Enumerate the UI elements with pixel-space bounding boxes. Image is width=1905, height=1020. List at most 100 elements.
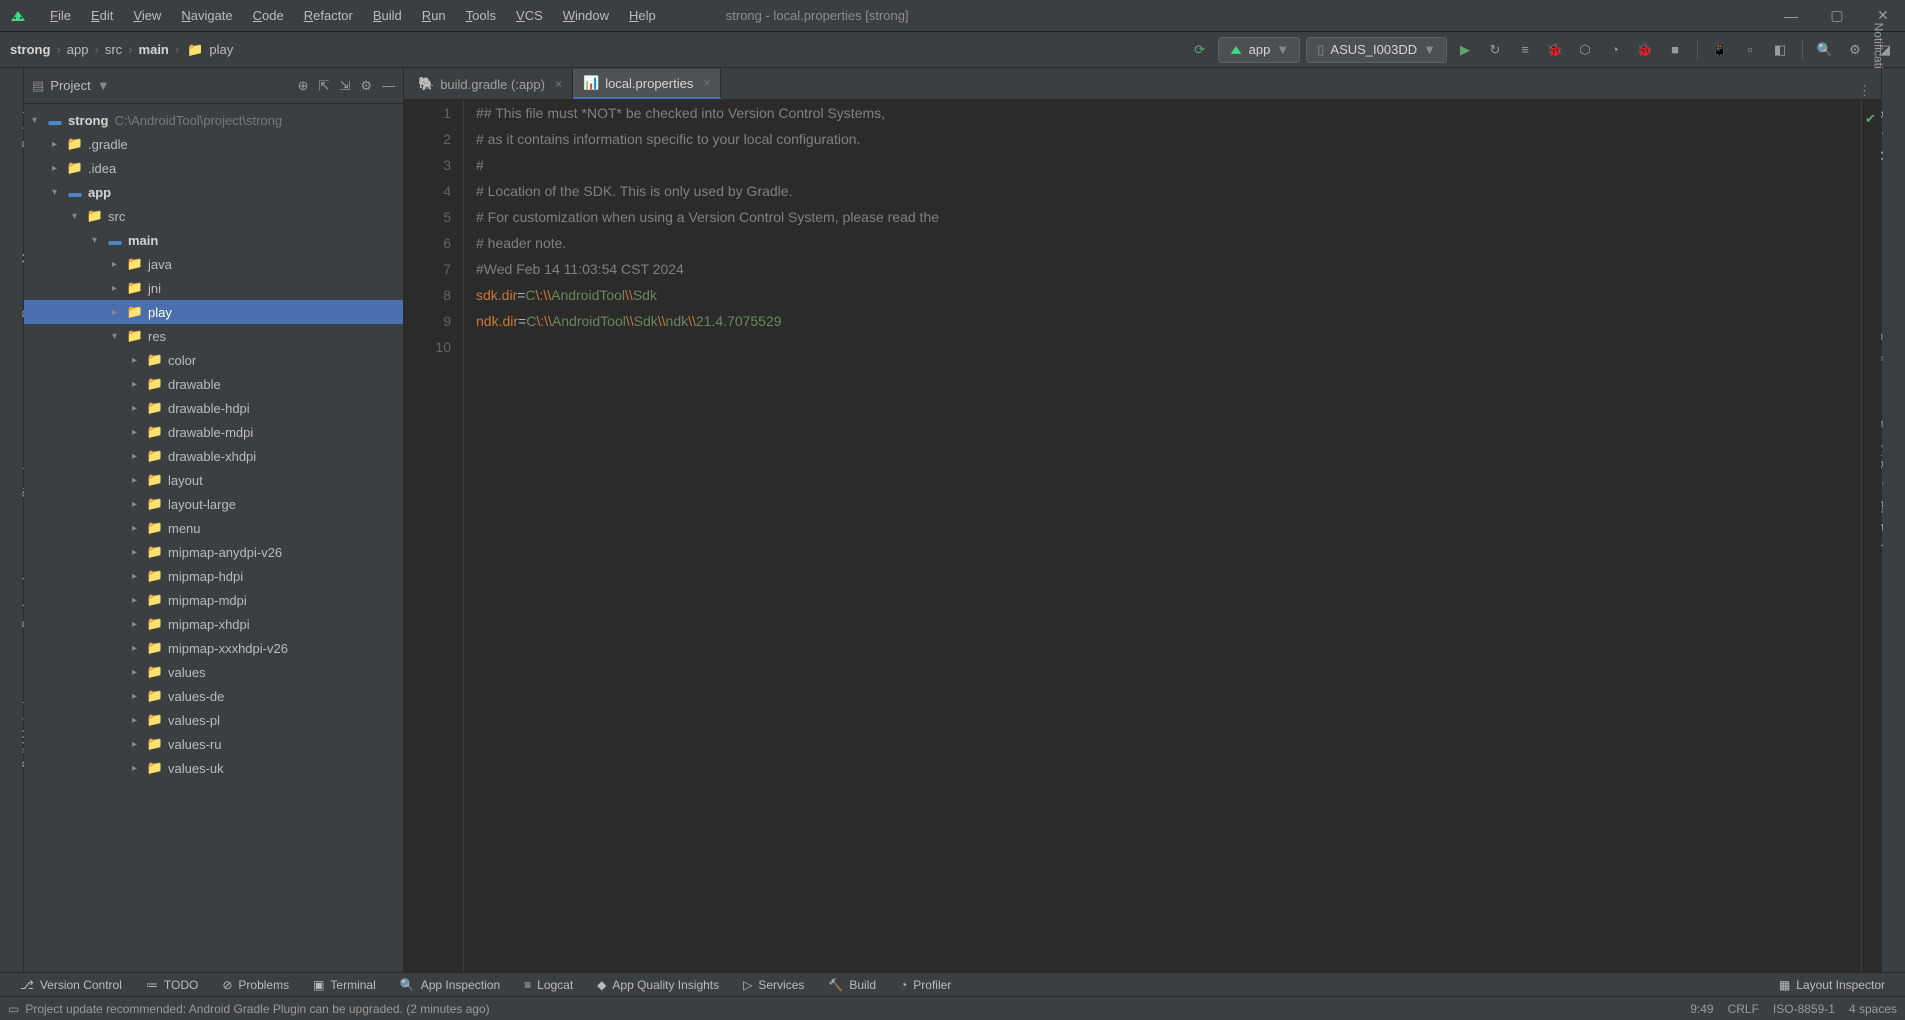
cursor-position[interactable]: 9:49 (1690, 1002, 1713, 1016)
menu-build[interactable]: Build (363, 0, 412, 32)
inspection-ok-icon[interactable]: ✔ (1865, 106, 1876, 132)
collapse-all-icon[interactable]: ⇲ (339, 78, 350, 94)
device-selector-combo[interactable]: ▯ ASUS_I003DD ▼ (1306, 37, 1447, 63)
bottom-tab-logcat[interactable]: ≡Logcat (512, 978, 585, 992)
code-line[interactable]: # as it contains information specific to… (476, 126, 1861, 152)
tree-arrow-icon[interactable]: ▸ (132, 475, 146, 486)
project-tree[interactable]: ▾▬strongC:\AndroidTool\project\strong▸📁.… (24, 104, 403, 972)
code-line[interactable]: ## This file must *NOT* be checked into … (476, 100, 1861, 126)
profile-button[interactable]: ◔ (1603, 38, 1627, 62)
tree-arrow-icon[interactable]: ▸ (132, 667, 146, 678)
tree-arrow-icon[interactable]: ▸ (132, 691, 146, 702)
bottom-tab-problems[interactable]: ⊘Problems (210, 978, 301, 992)
stop-button[interactable]: ≡ (1513, 38, 1537, 62)
tree-item-color[interactable]: ▸📁color (24, 348, 403, 372)
tree-item-drawable-hdpi[interactable]: ▸📁drawable-hdpi (24, 396, 403, 420)
maximize-button[interactable]: ▢ (1823, 7, 1851, 24)
breadcrumb-src[interactable]: src (103, 42, 124, 57)
tree-arrow-icon[interactable]: ▸ (132, 619, 146, 630)
menu-run[interactable]: Run (412, 0, 456, 32)
code-line[interactable]: # For customization when using a Version… (476, 204, 1861, 230)
tree-item-strong[interactable]: ▾▬strongC:\AndroidTool\project\strong (24, 108, 403, 132)
tree-arrow-icon[interactable]: ▸ (132, 499, 146, 510)
tree-arrow-icon[interactable]: ▾ (32, 115, 46, 126)
tree-arrow-icon[interactable]: ▸ (132, 571, 146, 582)
tree-item-values-de[interactable]: ▸📁values-de (24, 684, 403, 708)
tree-item-mipmap-xxxhdpi-v26[interactable]: ▸📁mipmap-xxxhdpi-v26 (24, 636, 403, 660)
menu-window[interactable]: Window (553, 0, 619, 32)
close-window-button[interactable]: ✕ (1869, 7, 1897, 24)
bottom-tab-app-quality-insights[interactable]: ◆App Quality Insights (585, 978, 731, 992)
code-line[interactable]: sdk.dir=C\:\\AndroidTool\\Sdk (476, 282, 1861, 308)
close-tab-icon[interactable]: × (555, 77, 562, 91)
tree-arrow-icon[interactable]: ▸ (132, 739, 146, 750)
expand-all-icon[interactable]: ⇱ (319, 78, 330, 94)
stop-process-button[interactable]: ■ (1663, 38, 1687, 62)
tree-item-play[interactable]: ▸📁play (24, 300, 403, 324)
tree-item-mipmap-mdpi[interactable]: ▸📁mipmap-mdpi (24, 588, 403, 612)
breadcrumb-main[interactable]: main (137, 42, 171, 57)
status-message[interactable]: ▭ Project update recommended: Android Gr… (8, 1002, 490, 1016)
editor-content[interactable]: ## This file must *NOT* be checked into … (464, 100, 1861, 972)
tree-item-menu[interactable]: ▸📁menu (24, 516, 403, 540)
tree-arrow-icon[interactable]: ▾ (112, 331, 126, 342)
run-button[interactable]: ▶ (1453, 38, 1477, 62)
bottom-tab-version-control[interactable]: ⎇Version Control (8, 978, 134, 992)
menu-file[interactable]: File (40, 0, 81, 32)
bottom-tab-terminal[interactable]: ▣Terminal (301, 978, 388, 992)
tree-item-values-uk[interactable]: ▸📁values-uk (24, 756, 403, 780)
bottom-tab-todo[interactable]: ≔TODO (134, 978, 210, 992)
debug-button[interactable]: 🐞 (1543, 38, 1567, 62)
tree-arrow-icon[interactable]: ▸ (132, 715, 146, 726)
indent-setting[interactable]: 4 spaces (1849, 1002, 1897, 1016)
tree-arrow-icon[interactable]: ▸ (52, 163, 66, 174)
tree-arrow-icon[interactable]: ▸ (132, 547, 146, 558)
panel-settings-icon[interactable]: ⚙ (360, 78, 372, 94)
menu-edit[interactable]: Edit (81, 0, 123, 32)
tree-arrow-icon[interactable]: ▾ (72, 211, 86, 222)
tree-arrow-icon[interactable]: ▸ (52, 139, 66, 150)
tab-options-icon[interactable]: ⋮ (1848, 83, 1881, 99)
code-line[interactable]: #Wed Feb 14 11:03:54 CST 2024 (476, 256, 1861, 282)
run-configuration-combo[interactable]: app ▼ (1218, 37, 1301, 63)
tree-item-src[interactable]: ▾📁src (24, 204, 403, 228)
close-tab-icon[interactable]: × (703, 76, 710, 90)
code-line[interactable] (476, 334, 1861, 360)
menu-code[interactable]: Code (243, 0, 294, 32)
locate-icon[interactable]: ⊕ (298, 78, 309, 94)
tree-item-mipmap-hdpi[interactable]: ▸📁mipmap-hdpi (24, 564, 403, 588)
tree-arrow-icon[interactable]: ▸ (112, 259, 126, 270)
editor-tab-local-properties[interactable]: 📊local.properties× (573, 69, 721, 99)
tree-item-main[interactable]: ▾▬main (24, 228, 403, 252)
tree-arrow-icon[interactable]: ▸ (132, 523, 146, 534)
tree-arrow-icon[interactable]: ▸ (112, 283, 126, 294)
tree-arrow-icon[interactable]: ▸ (132, 379, 146, 390)
tree-item-layout-large[interactable]: ▸📁layout-large (24, 492, 403, 516)
tree-item-mipmap-anydpi-v26[interactable]: ▸📁mipmap-anydpi-v26 (24, 540, 403, 564)
tree-item-drawable-mdpi[interactable]: ▸📁drawable-mdpi (24, 420, 403, 444)
tree-arrow-icon[interactable]: ▸ (112, 307, 126, 318)
attach-debugger-button[interactable]: 🐞 (1633, 38, 1657, 62)
bottom-tab-build[interactable]: 🔨Build (816, 978, 888, 992)
code-line[interactable]: # (476, 152, 1861, 178)
search-everywhere-icon[interactable]: 🔍 (1813, 38, 1837, 62)
menu-navigate[interactable]: Navigate (171, 0, 242, 32)
project-view-selector[interactable]: ▤ Project ▼ (32, 78, 110, 94)
avd-manager-icon[interactable]: 📱 (1708, 38, 1732, 62)
code-editor[interactable]: 12345678910 ## This file must *NOT* be c… (404, 100, 1881, 972)
bottom-tab-profiler[interactable]: ◔Profiler (888, 978, 963, 992)
bottom-tab-layout-inspector[interactable]: ▦ Layout Inspector (1767, 978, 1897, 992)
tree-item-values[interactable]: ▸📁values (24, 660, 403, 684)
tree-item-drawable[interactable]: ▸📁drawable (24, 372, 403, 396)
breadcrumb-app[interactable]: app (65, 42, 91, 57)
tree-arrow-icon[interactable]: ▸ (132, 403, 146, 414)
minimize-button[interactable]: — (1777, 8, 1805, 24)
menu-view[interactable]: View (123, 0, 171, 32)
resource-manager-icon[interactable]: ◧ (1768, 38, 1792, 62)
editor-tab-build-gradle---app-[interactable]: 🐘build.gradle (:app)× (408, 69, 573, 99)
tree-arrow-icon[interactable]: ▸ (132, 355, 146, 366)
menu-tools[interactable]: Tools (456, 0, 506, 32)
tree-item-java[interactable]: ▸📁java (24, 252, 403, 276)
code-line[interactable]: ndk.dir=C\:\\AndroidTool\\Sdk\\ndk\\21.4… (476, 308, 1861, 334)
tree-item-drawable-xhdpi[interactable]: ▸📁drawable-xhdpi (24, 444, 403, 468)
